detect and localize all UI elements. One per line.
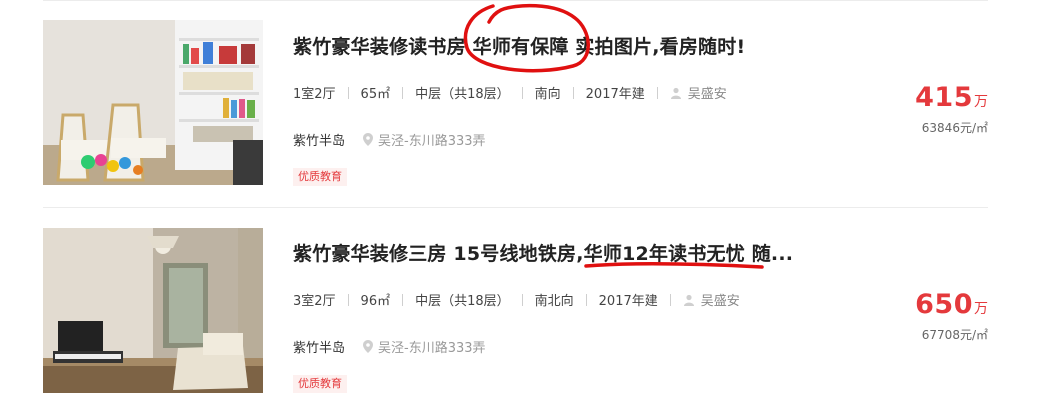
community-name[interactable]: 紫竹半岛	[293, 130, 345, 149]
build-year: 2017年建	[585, 87, 645, 102]
location-row: 紫竹半岛 吴泾-东川路333弄	[293, 337, 486, 356]
location-pin-icon	[363, 133, 374, 146]
listing-title[interactable]: 紫竹豪华装修读书房 华师有保障 实拍图片,看房随时!	[293, 32, 745, 59]
agent[interactable]: 吴盛安	[670, 83, 727, 102]
total-price: 415万	[915, 82, 988, 113]
separator	[347, 293, 349, 306]
location-row: 紫竹半岛 吴泾-东川路333弄	[293, 130, 486, 149]
address-link[interactable]: 吴泾-东川路333弄	[363, 337, 486, 356]
address-text: 吴泾-东川路333弄	[378, 134, 486, 149]
feature-tag: 优质教育	[293, 375, 347, 393]
separator	[402, 86, 404, 99]
build-year: 2017年建	[598, 294, 658, 309]
agent[interactable]: 吴盛安	[683, 290, 740, 309]
agent-name: 吴盛安	[687, 87, 727, 102]
person-icon	[683, 294, 694, 306]
price-unit: 万	[974, 301, 988, 317]
agent-name: 吴盛安	[700, 294, 740, 309]
room-layout: 3室2厅	[293, 294, 336, 309]
floor-level: 中层（共18层）	[415, 87, 510, 102]
address-link[interactable]: 吴泾-东川路333弄	[363, 130, 486, 149]
address-text: 吴泾-东川路333弄	[378, 341, 486, 356]
separator	[572, 86, 574, 99]
listing-card: 紫竹豪华装修读书房 华师有保障 实拍图片,看房随时! 1室2厅 65㎡ 中层（共…	[0, 20, 1059, 200]
separator	[402, 293, 404, 306]
orientation: 南向	[534, 87, 561, 102]
unit-price: 67708元/㎡	[921, 328, 988, 342]
listing-divider	[43, 207, 988, 208]
room-layout: 1室2厅	[293, 87, 336, 102]
location-pin-icon	[363, 340, 374, 353]
floor-area: 96㎡	[360, 294, 391, 309]
price-value: 415	[915, 82, 973, 113]
separator	[347, 86, 349, 99]
listing-card: 紫竹豪华装修三房 15号线地铁房,华师12年读书无忧 随... 3室2厅 96㎡…	[0, 228, 1059, 408]
total-price: 650万	[915, 289, 988, 320]
floor-area: 65㎡	[360, 87, 391, 102]
separator	[521, 86, 523, 99]
listing-photo[interactable]	[43, 20, 263, 185]
floor-level: 中层（共18层）	[415, 294, 510, 309]
orientation: 南北向	[534, 294, 574, 309]
separator	[585, 293, 587, 306]
price-unit: 万	[974, 94, 988, 110]
separator	[669, 293, 671, 306]
person-icon	[670, 87, 681, 99]
separator	[521, 293, 523, 306]
listing-photo[interactable]	[43, 228, 263, 393]
price-value: 650	[915, 289, 973, 320]
separator	[656, 86, 658, 99]
community-name[interactable]: 紫竹半岛	[293, 337, 345, 356]
listing-info: 3室2厅 96㎡ 中层（共18层） 南北向 2017年建 吴盛安	[293, 290, 740, 309]
unit-price: 63846元/㎡	[921, 121, 988, 135]
feature-tag: 优质教育	[293, 168, 347, 186]
top-divider	[43, 0, 988, 1]
listing-title[interactable]: 紫竹豪华装修三房 15号线地铁房,华师12年读书无忧 随...	[293, 239, 793, 266]
listing-info: 1室2厅 65㎡ 中层（共18层） 南向 2017年建 吴盛安	[293, 83, 727, 102]
